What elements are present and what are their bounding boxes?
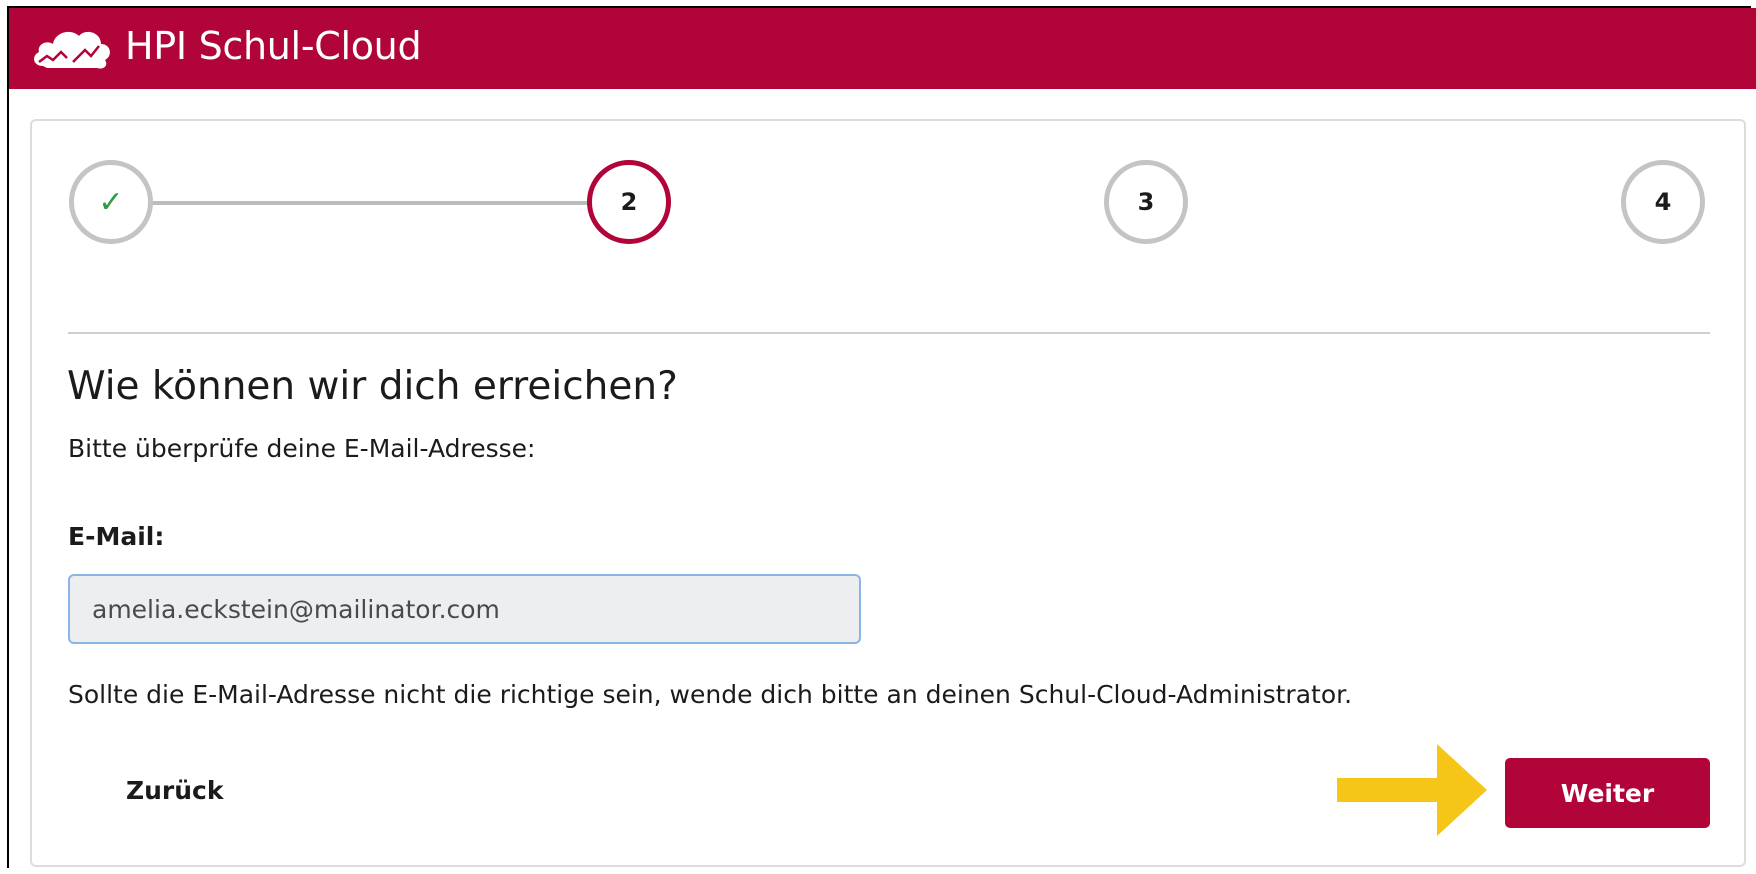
registration-card: [30, 119, 1746, 867]
email-label: E-Mail:: [68, 522, 165, 551]
check-icon: ✓: [98, 184, 124, 220]
section-divider: [68, 332, 1710, 334]
step-number: 3: [1137, 188, 1155, 216]
back-button[interactable]: Zurück: [108, 765, 242, 815]
cloud-logo-icon: [34, 31, 110, 69]
next-button[interactable]: Weiter: [1505, 758, 1710, 828]
step-4: 4: [1621, 160, 1705, 244]
step-2-active: 2: [587, 160, 671, 244]
instruction-text: Bitte überprüfe deine E-Mail-Adresse:: [68, 434, 536, 463]
app-header: HPI Schul-Cloud: [9, 8, 1756, 89]
app-title[interactable]: HPI Schul-Cloud: [125, 25, 422, 68]
arrow-right-icon: [1337, 744, 1487, 836]
step-progress-line: [150, 201, 590, 205]
page-title: Wie können wir dich erreichen?: [67, 364, 678, 409]
step-number: 2: [620, 188, 638, 216]
step-1-done: ✓: [69, 160, 153, 244]
admin-note: Sollte die E-Mail-Adresse nicht die rich…: [68, 680, 1353, 709]
email-field[interactable]: [68, 574, 861, 644]
step-3: 3: [1104, 160, 1188, 244]
step-number: 4: [1654, 188, 1672, 216]
